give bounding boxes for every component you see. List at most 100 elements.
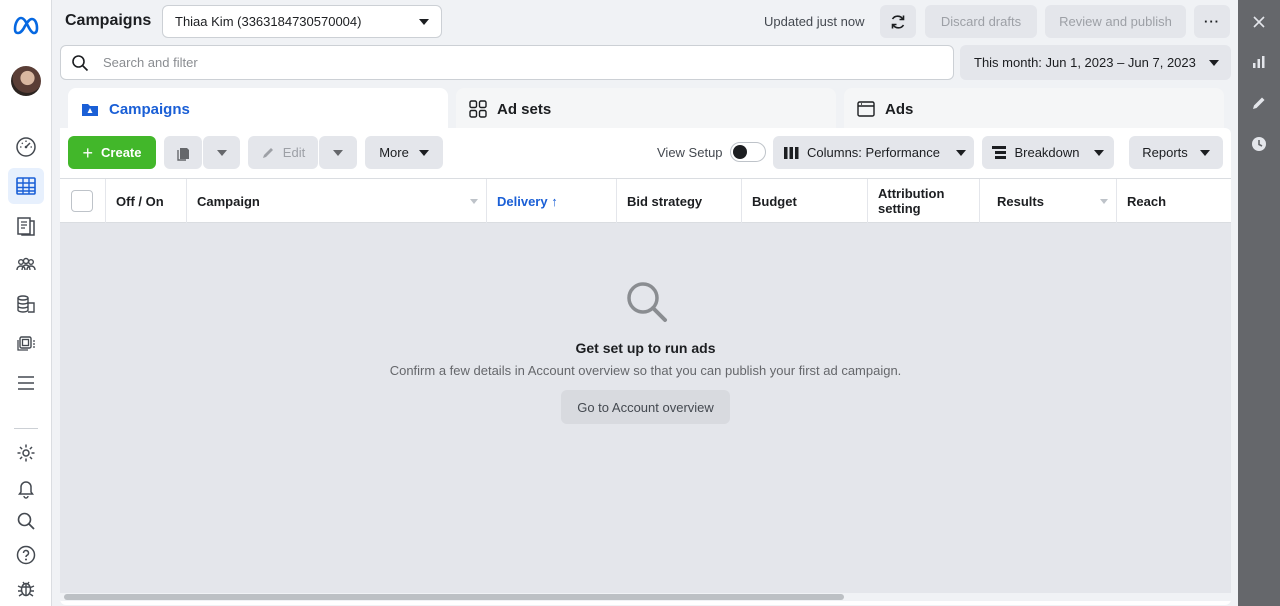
- sort-caret-icon: [470, 199, 478, 204]
- bar-chart-icon[interactable]: [1248, 51, 1270, 73]
- date-range-label: This month: Jun 1, 2023 – Jun 7, 2023: [974, 55, 1196, 70]
- search-icon: [627, 282, 667, 322]
- chevron-down-icon: [1199, 149, 1210, 156]
- pencil-icon: [262, 147, 273, 158]
- columns-button[interactable]: Columns: Performance: [773, 136, 974, 169]
- billing-icon[interactable]: [8, 286, 44, 322]
- top-bar: Campaigns Thiaa Kim (3363184730570004) U…: [52, 0, 1238, 44]
- empty-state-description: Confirm a few details in Account overvie…: [389, 363, 902, 378]
- all-tools-menu-icon[interactable]: [8, 365, 44, 401]
- column-header-delivery[interactable]: Delivery ↑: [487, 179, 617, 223]
- breakdown-icon: [992, 146, 1007, 159]
- date-range-picker[interactable]: This month: Jun 1, 2023 – Jun 7, 2023: [960, 45, 1231, 80]
- column-label: Results: [997, 193, 1044, 209]
- tab-campaigns[interactable]: Campaigns: [68, 88, 448, 130]
- search-icon: [72, 54, 89, 71]
- reports-button[interactable]: Reports: [1129, 136, 1223, 169]
- ad-account-label: Thiaa Kim (3363184730570004): [175, 14, 362, 29]
- more-label: More: [379, 145, 409, 160]
- notifications-bell-icon[interactable]: [8, 470, 44, 506]
- breakdown-label: Breakdown: [1014, 145, 1080, 160]
- more-options-button[interactable]: ···: [1194, 5, 1230, 38]
- horizontal-scrollbar[interactable]: [60, 593, 1231, 601]
- ads-library-icon[interactable]: [8, 325, 44, 361]
- column-header-attribution-setting[interactable]: Attribution setting: [868, 179, 980, 223]
- right-side-rail: [1238, 0, 1280, 606]
- tab-label: Campaigns: [109, 100, 190, 118]
- create-button[interactable]: + Create: [68, 136, 156, 169]
- ad-account-select[interactable]: Thiaa Kim (3363184730570004): [162, 5, 442, 38]
- refresh-icon: [891, 14, 905, 29]
- search-and-filter-bar[interactable]: [60, 45, 954, 80]
- tab-ads[interactable]: Ads: [844, 88, 1224, 130]
- column-header-campaign[interactable]: Campaign: [187, 179, 487, 223]
- user-avatar[interactable]: [11, 66, 41, 96]
- review-and-publish-button[interactable]: Review and publish: [1045, 5, 1186, 38]
- dashboard-icon[interactable]: [8, 129, 44, 165]
- view-setup-toggle[interactable]: [730, 142, 766, 162]
- sort-caret-icon: [1100, 199, 1108, 204]
- left-navigation: [0, 0, 52, 606]
- empty-state-title: Get set up to run ads: [575, 340, 716, 356]
- pages-icon[interactable]: [8, 208, 44, 244]
- table-header: Off / On Campaign Delivery ↑ Bid strateg…: [60, 178, 1231, 223]
- bug-report-icon[interactable]: [8, 570, 44, 606]
- help-icon[interactable]: [8, 537, 44, 573]
- table-toolbar: + Create Edit More View Setup Columns: P…: [60, 128, 1231, 178]
- empty-state: Get set up to run ads Confirm a few deta…: [60, 223, 1231, 595]
- columns-icon: [784, 146, 799, 159]
- column-header-reach[interactable]: Reach: [1117, 179, 1231, 223]
- update-status: Updated just now: [764, 14, 865, 29]
- duplicate-icon: [177, 147, 189, 161]
- plus-icon: +: [82, 142, 94, 163]
- reports-label: Reports: [1142, 145, 1188, 160]
- columns-label: Columns: Performance: [807, 145, 940, 160]
- meta-logo-icon[interactable]: [12, 12, 40, 38]
- tab-label: Ads: [885, 100, 914, 118]
- campaigns-folder-icon: [82, 104, 98, 116]
- settings-gear-icon[interactable]: [8, 435, 44, 471]
- close-icon[interactable]: [1248, 11, 1270, 33]
- search-input[interactable]: [103, 55, 903, 70]
- history-clock-icon[interactable]: [1248, 133, 1270, 155]
- chevron-down-icon: [216, 149, 227, 156]
- column-header-bid-strategy[interactable]: Bid strategy: [617, 179, 742, 223]
- ad-sets-grid-icon: [469, 100, 487, 118]
- audiences-icon[interactable]: [8, 247, 44, 283]
- ads-window-icon: [857, 101, 875, 117]
- edit-dropdown-button[interactable]: [319, 136, 357, 169]
- column-header-budget[interactable]: Budget: [742, 179, 868, 223]
- chevron-down-icon: [1209, 59, 1219, 66]
- toggle-knob: [733, 145, 747, 159]
- column-header-off-on[interactable]: Off / On: [106, 179, 187, 223]
- page-title: Campaigns: [65, 12, 152, 29]
- more-actions-button[interactable]: More: [365, 136, 443, 169]
- edit-label: Edit: [282, 145, 306, 160]
- column-header-results[interactable]: Results: [980, 179, 1117, 223]
- edit-button[interactable]: Edit: [248, 136, 318, 169]
- nav-divider: [14, 428, 38, 429]
- discard-drafts-button[interactable]: Discard drafts: [925, 5, 1037, 38]
- refresh-button[interactable]: [880, 5, 916, 38]
- tab-ad-sets[interactable]: Ad sets: [456, 88, 836, 130]
- search-icon[interactable]: [8, 503, 44, 539]
- breakdown-button[interactable]: Breakdown: [982, 136, 1114, 169]
- select-all-cell: [60, 179, 106, 223]
- tab-label: Ad sets: [497, 100, 552, 118]
- create-label: Create: [101, 145, 142, 160]
- chevron-down-icon: [1093, 149, 1104, 156]
- chevron-down-icon: [418, 149, 429, 156]
- view-setup-label: View Setup: [657, 145, 723, 160]
- campaigns-table-icon[interactable]: [8, 168, 44, 204]
- scrollbar-thumb[interactable]: [64, 594, 844, 600]
- chevron-down-icon: [333, 149, 343, 156]
- column-label: Campaign: [197, 193, 260, 209]
- select-all-checkbox[interactable]: [71, 190, 93, 212]
- campaigns-panel: + Create Edit More View Setup Columns: P…: [60, 128, 1231, 605]
- duplicate-button[interactable]: [164, 136, 202, 169]
- chevron-down-icon: [955, 149, 966, 156]
- chevron-down-icon: [419, 18, 429, 25]
- duplicate-dropdown-button[interactable]: [203, 136, 240, 169]
- go-to-account-overview-button[interactable]: Go to Account overview: [561, 390, 730, 424]
- pencil-icon[interactable]: [1248, 92, 1270, 114]
